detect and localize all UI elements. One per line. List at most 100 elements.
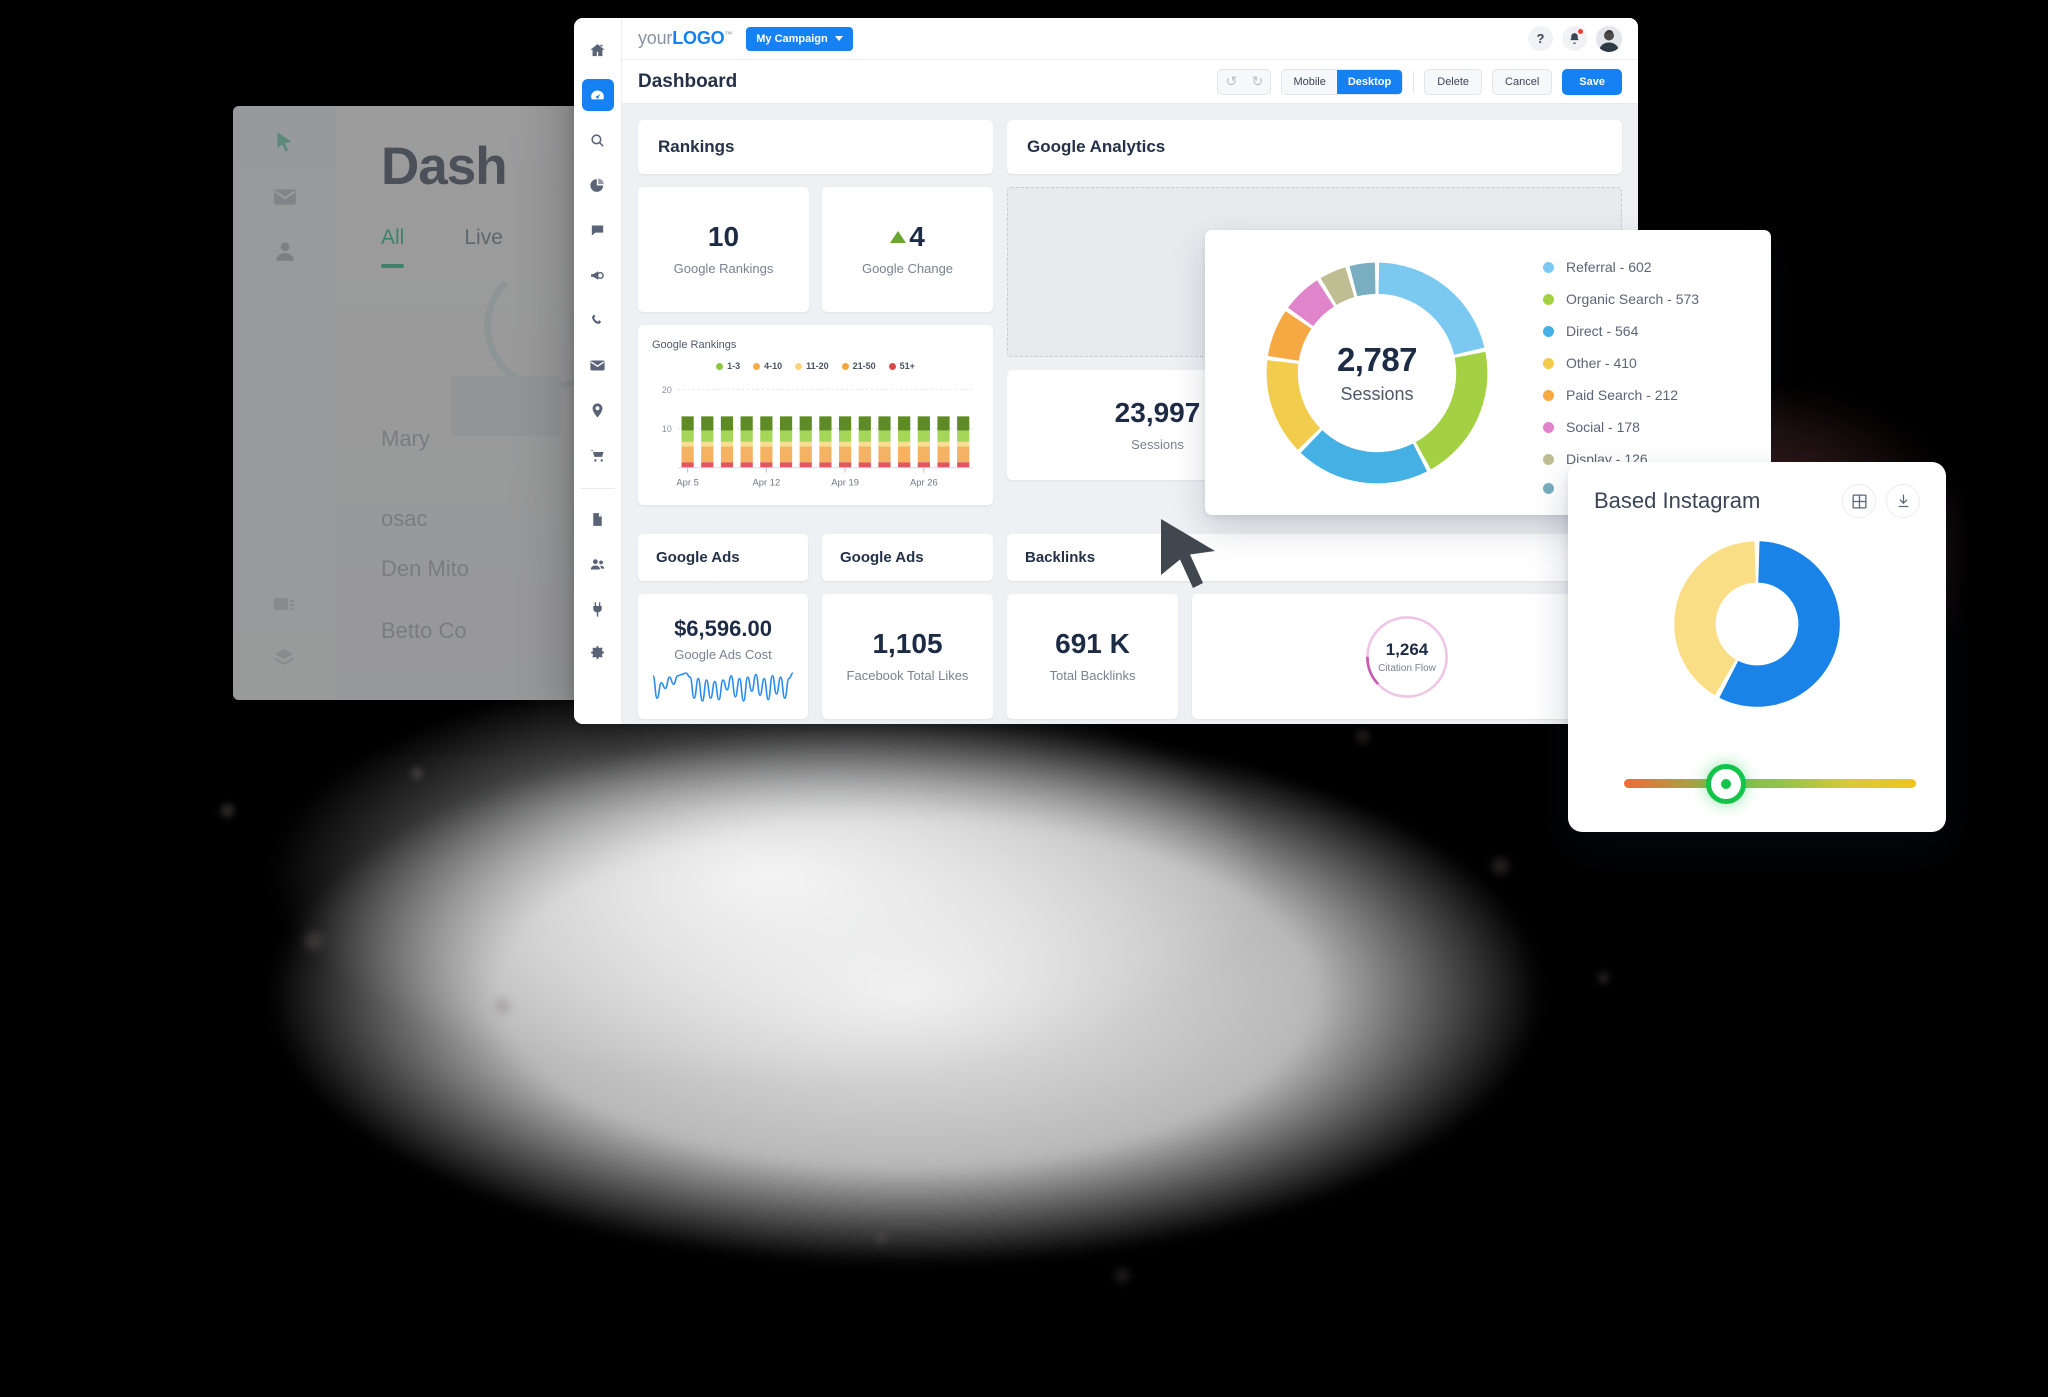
citation-flow-ring: 1,264 Citation Flow bbox=[1363, 613, 1451, 701]
desktop-view-button[interactable]: Desktop bbox=[1336, 69, 1403, 94]
viewport-toggle: Mobile Desktop bbox=[1281, 68, 1404, 95]
stat-total-backlinks[interactable]: 691 K Total Backlinks bbox=[1007, 594, 1178, 719]
help-button[interactable]: ? bbox=[1528, 26, 1553, 51]
mail-icon bbox=[272, 184, 298, 210]
stat-google-change-number: 4 bbox=[909, 221, 925, 252]
legend-item-direct[interactable]: Direct - 564 bbox=[1543, 323, 1699, 339]
grid-icon[interactable] bbox=[1842, 484, 1876, 518]
legend-swatch bbox=[1543, 293, 1554, 305]
sidebar-item-reports[interactable] bbox=[582, 169, 614, 201]
avatar[interactable] bbox=[1596, 25, 1622, 52]
stat-facebook-likes-value: 1,105 bbox=[872, 628, 943, 659]
background-row-0: Mary bbox=[381, 426, 430, 451]
legend-label: 1-3 bbox=[727, 361, 741, 371]
stat-google-ads-cost[interactable]: $6,596.00 Google Ads Cost bbox=[638, 594, 808, 719]
background-sidebar bbox=[233, 106, 336, 700]
legend-swatch bbox=[888, 362, 896, 370]
logo-bold: LOGO bbox=[672, 28, 725, 48]
instagram-panel-actions bbox=[1842, 484, 1920, 518]
legend-swatch bbox=[1543, 421, 1554, 433]
sidebar-item-phone[interactable] bbox=[582, 304, 614, 336]
legend-label: 11-20 bbox=[806, 361, 829, 371]
background-row-1: osac bbox=[381, 506, 428, 531]
stat-facebook-likes[interactable]: 1,105 Facebook Total Likes bbox=[822, 594, 993, 719]
instagram-donut-svg bbox=[1674, 541, 1840, 707]
cancel-button[interactable]: Cancel bbox=[1492, 68, 1553, 95]
stat-google-ads-cost-label: Google Ads Cost bbox=[674, 647, 772, 662]
google-ads-card-2[interactable]: Google Ads bbox=[822, 534, 993, 581]
legend-swatch bbox=[795, 362, 803, 370]
sidebar-item-integrations[interactable] bbox=[582, 593, 614, 625]
sidebar-item-documents[interactable] bbox=[582, 503, 614, 535]
sidebar-item-settings[interactable] bbox=[582, 638, 614, 670]
sidebar-item-home[interactable] bbox=[582, 34, 614, 66]
help-icon: ? bbox=[1536, 31, 1545, 46]
backlinks-card[interactable]: Backlinks bbox=[1007, 534, 1622, 581]
legend-label: Organic Search - 573 bbox=[1566, 291, 1700, 307]
redo-button[interactable]: ↻ bbox=[1244, 70, 1270, 94]
legend-item-social[interactable]: Social - 178 bbox=[1543, 419, 1699, 435]
legend-item-organic-search[interactable]: Organic Search - 573 bbox=[1543, 291, 1699, 307]
sidebar-item-users[interactable] bbox=[582, 548, 614, 580]
history-button-group: ↺ ↻ bbox=[1217, 68, 1272, 95]
legend-swatch bbox=[753, 362, 761, 370]
toolbar-divider bbox=[1413, 70, 1415, 93]
stat-sessions-label: Sessions bbox=[1131, 436, 1184, 452]
undo-button[interactable]: ↺ bbox=[1218, 70, 1244, 94]
rankings-card[interactable]: Rankings bbox=[638, 120, 993, 174]
stat-google-rankings[interactable]: 10 Google Rankings bbox=[638, 187, 809, 312]
legend-swatch bbox=[1543, 325, 1554, 337]
background-row-3: Betto Co bbox=[381, 618, 467, 643]
download-icon[interactable] bbox=[1886, 484, 1920, 518]
legend-item-referral[interactable]: Referral - 602 bbox=[1543, 259, 1699, 275]
mobile-view-button[interactable]: Mobile bbox=[1282, 69, 1337, 94]
analytics-card[interactable]: Google Analytics bbox=[1007, 120, 1622, 174]
background-tab-all: All bbox=[381, 226, 404, 268]
background-tabs: All Live bbox=[381, 226, 503, 268]
instagram-slider-handle[interactable] bbox=[1706, 764, 1746, 804]
sidebar-item-location[interactable] bbox=[582, 394, 614, 426]
legend-swatch bbox=[716, 362, 724, 370]
legend-item-paid-search[interactable]: Paid Search - 212 bbox=[1543, 387, 1699, 403]
pointer-cursor-icon bbox=[1161, 519, 1215, 588]
svg-text:10: 10 bbox=[662, 424, 672, 434]
legend-label: Paid Search - 212 bbox=[1566, 387, 1679, 403]
trend-up-icon bbox=[890, 231, 907, 243]
sidebar-item-dashboard[interactable] bbox=[581, 79, 614, 111]
rankings-stats-row: 10 Google Rankings 4 Google Change bbox=[638, 187, 993, 312]
sidebar-item-ecommerce[interactable] bbox=[582, 439, 614, 471]
google-analytics-sessions-value: 2,787 bbox=[1336, 340, 1418, 378]
stat-citation-flow-value: 1,264 bbox=[1385, 639, 1429, 659]
legend-label: Referral - 602 bbox=[1566, 259, 1652, 275]
instagram-slider-track[interactable] bbox=[1624, 779, 1916, 788]
topbar-actions: ? bbox=[1528, 25, 1622, 52]
delete-button[interactable]: Delete bbox=[1424, 68, 1483, 95]
stat-citation-flow-label: Citation Flow bbox=[1378, 662, 1436, 674]
svg-text:Apr 12: Apr 12 bbox=[752, 477, 780, 488]
background-row-2: Den Mito bbox=[381, 556, 470, 581]
instagram-floating-panel[interactable]: Based Instagram bbox=[1568, 462, 1946, 832]
google-rankings-chart-card[interactable]: Google Rankings 1-3 4-10 11-20 21-50 51+… bbox=[638, 325, 993, 505]
sidebar-item-chat[interactable] bbox=[582, 214, 614, 246]
legend-item-other[interactable]: Other - 410 bbox=[1543, 355, 1699, 371]
sidebar-item-megaphone[interactable] bbox=[582, 259, 614, 291]
logo-prefix: your bbox=[638, 28, 673, 48]
sidebar-divider bbox=[580, 488, 615, 489]
stat-total-backlinks-label: Total Backlinks bbox=[1049, 668, 1136, 683]
stat-google-ads-cost-value: $6,596.00 bbox=[674, 616, 772, 641]
save-button[interactable]: Save bbox=[1562, 68, 1622, 95]
layers-icon bbox=[272, 646, 298, 672]
stat-citation-flow[interactable]: 1,264 Citation Flow bbox=[1192, 594, 1622, 719]
legend-label: Direct - 564 bbox=[1566, 323, 1639, 339]
google-ads-card-1[interactable]: Google Ads bbox=[638, 534, 808, 581]
editor-toolbar: ↺ ↻ Mobile Desktop Delete Cancel Save bbox=[1217, 68, 1622, 95]
legend-label: Other - 410 bbox=[1566, 355, 1637, 371]
legend-label: 51+ bbox=[899, 361, 915, 371]
svg-text:20: 20 bbox=[662, 385, 672, 395]
sidebar-item-search[interactable] bbox=[582, 124, 614, 156]
campaign-selector[interactable]: My Campaign bbox=[746, 26, 853, 51]
notifications-button[interactable] bbox=[1562, 26, 1587, 51]
stat-sessions-value: 23,997 bbox=[1114, 396, 1201, 428]
sidebar-item-email[interactable] bbox=[582, 349, 614, 381]
stat-google-change[interactable]: 4 Google Change bbox=[822, 187, 993, 312]
